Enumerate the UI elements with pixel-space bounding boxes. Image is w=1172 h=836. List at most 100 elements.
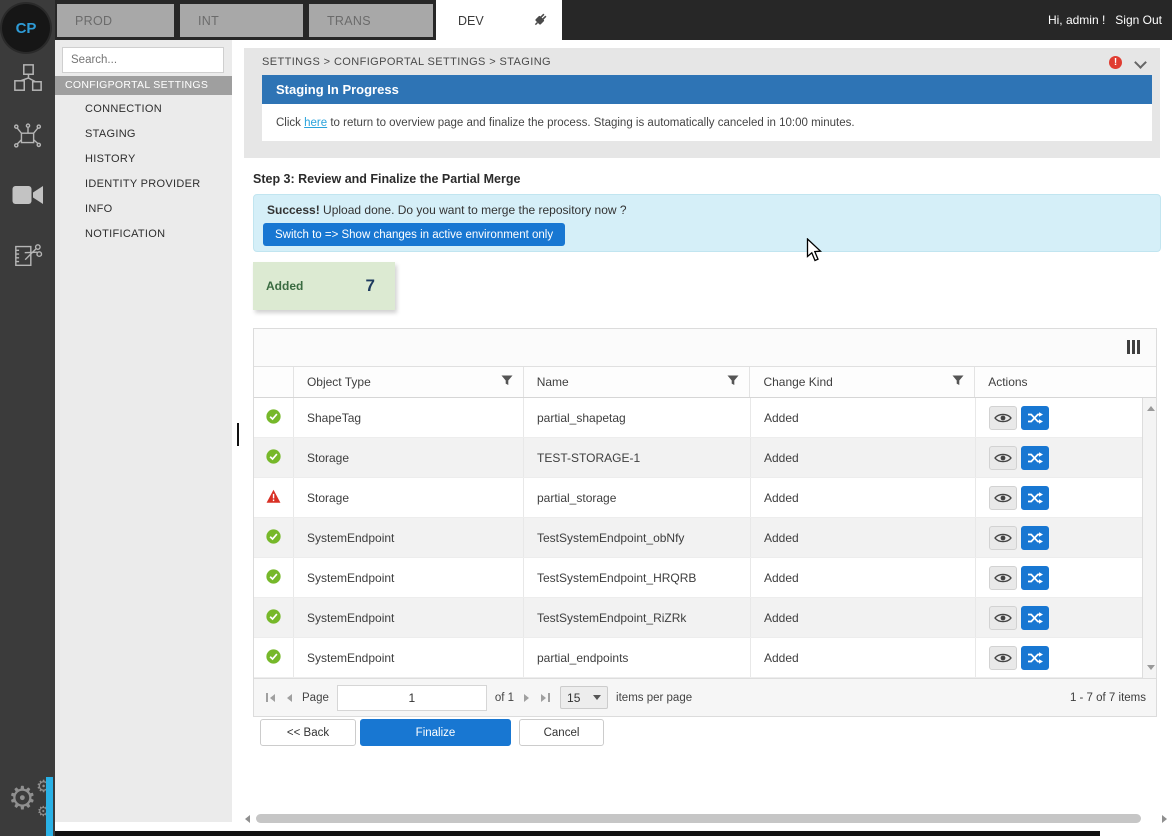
page-label: Page — [302, 692, 329, 704]
topbar: PROD INT TRANS DEV Hi, admin ! Sign Out — [0, 0, 1172, 40]
merge-compare-button[interactable] — [1021, 646, 1049, 670]
sign-out-link[interactable]: Sign Out — [1115, 13, 1162, 27]
tab-dev[interactable]: DEV — [436, 0, 562, 41]
app-logo[interactable]: CP — [2, 4, 50, 52]
scroll-left-arrow[interactable] — [245, 815, 250, 823]
first-page-button[interactable] — [264, 691, 277, 704]
active-section-accent-bar — [46, 777, 53, 836]
automation-icon[interactable] — [12, 120, 44, 152]
page-number-input[interactable] — [337, 685, 487, 711]
change-kind-filter-icon[interactable] — [952, 375, 964, 389]
change-kind-column-header: Change Kind — [750, 367, 975, 397]
menu-item-identity-provider[interactable]: IDENTITY PROVIDER — [55, 172, 232, 197]
tab-prod[interactable]: PROD — [57, 4, 174, 37]
staging-text-before: Click — [276, 117, 304, 129]
success-status-icon — [266, 569, 281, 587]
name-cell: TestSystemEndpoint_HRQRB — [524, 558, 751, 597]
change-kind-cell: Added — [751, 518, 976, 557]
table-row: Storage TEST-STORAGE-1 Added — [254, 438, 1142, 478]
change-kind-cell: Added — [751, 638, 976, 677]
name-filter-icon[interactable] — [727, 375, 739, 389]
switch-view-button[interactable]: Switch to => Show changes in active envi… — [263, 223, 565, 246]
actions-cell — [976, 518, 1142, 557]
merge-compare-button[interactable] — [1021, 406, 1049, 430]
page-size-select[interactable]: 15 — [560, 686, 608, 709]
menu-item-info[interactable]: INFO — [55, 197, 232, 222]
merge-compare-button[interactable] — [1021, 446, 1049, 470]
here-link[interactable]: here — [304, 117, 327, 129]
back-button[interactable]: << Back — [260, 719, 356, 746]
breadcrumb-card: SETTINGS > CONFIGPORTAL SETTINGS > STAGI… — [244, 48, 1160, 158]
object-type-cell: SystemEndpoint — [294, 638, 524, 677]
actions-cell — [976, 438, 1142, 477]
view-button[interactable] — [989, 526, 1017, 550]
window-bottom-edge — [55, 831, 1100, 836]
merge-compare-button[interactable] — [1021, 566, 1049, 590]
menu-item-connection[interactable]: CONNECTION — [55, 97, 232, 122]
added-summary-card: Added 7 — [253, 262, 395, 310]
tab-int-label: INT — [198, 14, 219, 28]
status-cell — [254, 598, 294, 637]
success-alert: Success! Upload done. Do you want to mer… — [253, 194, 1161, 252]
per-page-label: items per page — [616, 692, 692, 704]
staging-panel-title: Staging In Progress — [262, 75, 1152, 104]
previous-page-button[interactable] — [285, 692, 294, 704]
table-vertical-scrollbar[interactable] — [1142, 398, 1156, 678]
horizontal-scroll-thumb[interactable] — [256, 814, 1141, 823]
object-type-column-header: Object Type — [294, 367, 524, 397]
modules-icon[interactable] — [12, 62, 44, 94]
view-button[interactable] — [989, 486, 1017, 510]
object-type-filter-icon[interactable] — [501, 375, 513, 389]
next-page-button[interactable] — [522, 692, 531, 704]
status-cell — [254, 438, 294, 477]
menu-item-history[interactable]: HISTORY — [55, 147, 232, 172]
media-edit-icon[interactable] — [12, 239, 44, 271]
tab-trans-label: TRANS — [327, 14, 371, 28]
object-type-cell: SystemEndpoint — [294, 558, 524, 597]
scroll-down-arrow[interactable] — [1147, 665, 1155, 670]
plug-icon — [532, 11, 549, 31]
scroll-up-arrow[interactable] — [1147, 406, 1155, 411]
merge-compare-button[interactable] — [1021, 606, 1049, 630]
scroll-right-arrow[interactable] — [1162, 815, 1167, 823]
finalize-button[interactable]: Finalize — [360, 719, 511, 746]
error-notification-icon[interactable]: ! — [1109, 56, 1122, 69]
video-camera-icon[interactable] — [12, 179, 44, 211]
search-input[interactable] — [62, 47, 224, 73]
merge-compare-button[interactable] — [1021, 526, 1049, 550]
table-row: SystemEndpoint TestSystemEndpoint_HRQRB … — [254, 558, 1142, 598]
breadcrumb: SETTINGS > CONFIGPORTAL SETTINGS > STAGI… — [262, 56, 551, 68]
cancel-button[interactable]: Cancel — [519, 719, 604, 746]
object-type-cell: Storage — [294, 438, 524, 477]
view-button[interactable] — [989, 606, 1017, 630]
object-type-cell: ShapeTag — [294, 398, 524, 437]
table-row: SystemEndpoint partial_endpoints Added — [254, 638, 1142, 678]
footer-buttons: << Back Finalize Cancel — [260, 719, 604, 746]
merge-compare-button[interactable] — [1021, 486, 1049, 510]
tab-dev-label: DEV — [458, 14, 484, 28]
view-button[interactable] — [989, 406, 1017, 430]
select-caret-icon — [593, 695, 601, 700]
tab-int[interactable]: INT — [180, 4, 303, 37]
search-box — [62, 47, 224, 73]
horizontal-scrollbar[interactable] — [245, 812, 1167, 825]
table-row: SystemEndpoint TestSystemEndpoint_obNfy … — [254, 518, 1142, 558]
menu-item-notification[interactable]: NOTIFICATION — [55, 222, 232, 247]
view-button[interactable] — [989, 446, 1017, 470]
user-area: Hi, admin ! Sign Out — [1048, 0, 1162, 40]
grid-header: Object Type Name Change Kind Actions — [254, 367, 1156, 398]
table-body: ShapeTag partial_shapetag Added — [254, 398, 1142, 678]
menu-item-staging[interactable]: STAGING — [55, 122, 232, 147]
view-button[interactable] — [989, 566, 1017, 590]
changes-grid: Object Type Name Change Kind Actions — [253, 328, 1157, 717]
tab-trans[interactable]: TRANS — [309, 4, 433, 37]
last-page-button[interactable] — [539, 691, 552, 704]
table-row: ShapeTag partial_shapetag Added — [254, 398, 1142, 438]
column-chooser-icon[interactable] — [1127, 340, 1140, 354]
view-button[interactable] — [989, 646, 1017, 670]
step-heading: Step 3: Review and Finalize the Partial … — [253, 172, 520, 186]
name-cell: TestSystemEndpoint_obNfy — [524, 518, 751, 557]
text-caret-artifact — [237, 423, 239, 446]
change-kind-cell: Added — [751, 438, 976, 477]
change-kind-cell: Added — [751, 558, 976, 597]
